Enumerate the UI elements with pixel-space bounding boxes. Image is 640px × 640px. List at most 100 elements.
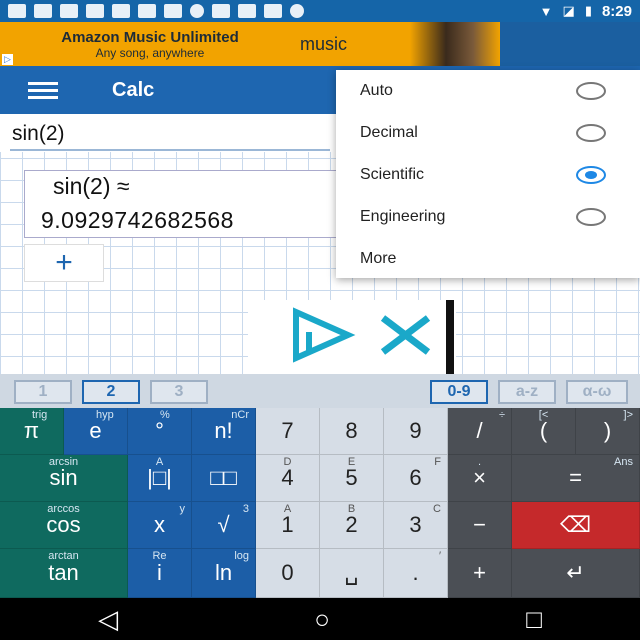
key-8[interactable]: 8 [320,408,384,455]
input-bar[interactable]: sin(2) [0,114,340,152]
key-4[interactable]: D4 [256,455,320,502]
key-tan[interactable]: arctan tan [0,549,128,598]
menu-item-decimal[interactable]: Decimal [336,112,640,154]
key-pi[interactable]: trig π [0,408,64,455]
radio-engineering[interactable] [576,208,606,226]
voicemail-icon [164,4,182,18]
voicemail-icon [112,4,130,18]
key-sup: [< [538,409,549,421]
voicemail-icon [264,4,282,18]
key-3[interactable]: C3 [384,502,448,549]
result-card[interactable]: sin(2) ≈ 9.0929742682568 [24,170,354,238]
add-expression-button[interactable]: + [24,244,104,282]
message-icon [8,4,26,18]
key-label: 5 [345,465,358,490]
key-degree[interactable]: % ° [128,408,192,455]
wifi-icon: ▼ [539,3,553,19]
key-6[interactable]: F6 [384,455,448,502]
key-sup: ′ [438,550,441,562]
menu-item-more[interactable]: More [336,238,640,280]
key-label: ° [155,418,164,443]
key-label: 7 [281,418,294,443]
key-divide[interactable]: ÷ / [448,408,512,455]
key-power[interactable]: □□ [192,455,256,502]
result-value: 9.0929742682568 [41,207,234,233]
key-label: i [157,560,162,585]
key-0[interactable]: 0 [256,549,320,598]
tab-1[interactable]: 1 [14,380,72,404]
key-e[interactable]: hyp e [64,408,128,455]
key-sup: Ans [614,456,633,468]
space-icon: ␣ [344,560,359,585]
key-sin[interactable]: arcsin sin [0,455,128,502]
navigation-bar: ◁ ○ □ [0,598,640,640]
recent-apps-icon[interactable]: □ [526,604,542,635]
key-sup: y [179,503,186,515]
ad-banner[interactable]: Amazon Music Unlimited Any song, anywher… [0,22,500,66]
status-bar: ▼ ◪ ▮ 8:29 [0,0,640,22]
tab-2[interactable]: 2 [82,380,140,404]
key-9[interactable]: 9 [384,408,448,455]
menu-item-auto[interactable]: Auto [336,70,640,112]
key-factorial[interactable]: nCr n! [192,408,256,455]
backspace-icon: ⌫ [559,512,592,537]
key-decimal[interactable]: ′. [384,549,448,598]
key-x[interactable]: yx [128,502,192,549]
tab-digits[interactable]: 0-9 [430,380,488,404]
key-7[interactable]: 7 [256,408,320,455]
key-left-paren[interactable]: [<( [512,408,576,455]
key-abs[interactable]: A |□| [128,455,192,502]
back-icon[interactable]: ◁ [98,604,118,635]
radio-auto[interactable] [576,82,606,100]
skype-icon [190,4,204,18]
close-icon [380,315,431,355]
key-sup: ÷ [498,409,505,421]
key-cos[interactable]: arccos cos [0,502,128,549]
radio-decimal[interactable] [576,124,606,142]
key-multiply[interactable]: . × [448,455,512,502]
key-label: 1 [281,512,294,537]
key-space[interactable]: ␣ [320,549,384,598]
menu-item-label: Decimal [360,124,418,141]
tab-greek[interactable]: α-ω [566,380,628,404]
key-enter[interactable]: ↵ [512,549,640,598]
key-5[interactable]: E5 [320,455,384,502]
radio-scientific[interactable] [576,166,606,184]
key-label: 2 [345,512,358,537]
menu-item-engineering[interactable]: Engineering [336,196,640,238]
voicemail-icon [212,4,230,18]
key-label: |□| [147,465,172,490]
tab-letters[interactable]: a-z [498,380,556,404]
menu-item-label: Scientific [360,166,425,183]
key-label: n! [214,418,233,443]
key-ln[interactable]: log ln [192,549,256,598]
key-minus[interactable]: − [448,502,512,549]
voicemail-icon [138,4,156,18]
key-plus[interactable]: + [448,549,512,598]
menu-icon[interactable] [28,81,72,99]
keyboard-tabs: 1 2 3 0-9 a-z α-ω [0,374,640,408]
key-sqrt[interactable]: 3 √ [192,502,256,549]
input-expression[interactable]: sin(2) [12,122,65,146]
key-right-paren[interactable]: ]>) [576,408,640,455]
key-label: 9 [409,418,422,443]
key-backspace[interactable]: ⌫ [512,502,640,549]
key-equals[interactable]: Ans = [512,455,640,502]
key-sup: hyp [96,409,114,421]
ad-subline: Any song, anywhere [95,45,205,60]
key-label: ( [539,418,548,443]
facebook-icon [86,4,104,18]
menu-item-scientific[interactable]: Scientific [336,154,640,196]
home-icon[interactable]: ○ [314,604,330,635]
key-label: tan [48,560,79,585]
key-label: − [473,512,486,537]
key-i[interactable]: Re i [128,549,192,598]
key-label: x [154,512,165,537]
key-sup: Re [152,550,167,562]
input-underline [10,149,330,151]
tab-3[interactable]: 3 [150,380,208,404]
key-2[interactable]: B2 [320,502,384,549]
key-1[interactable]: A1 [256,502,320,549]
voicemail-icon [238,4,256,18]
adchoices-icon[interactable]: ▷ [2,54,13,65]
